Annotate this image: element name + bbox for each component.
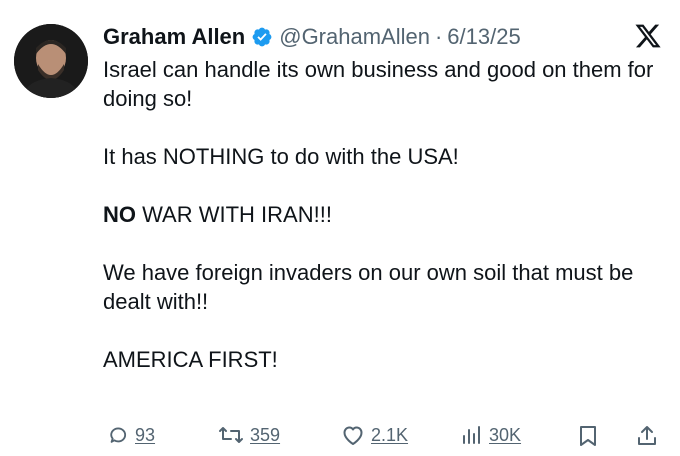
tweet-header: Graham Allen @GrahamAllen · 6/13/25 (103, 20, 521, 54)
avatar-image (14, 24, 88, 98)
author-name[interactable]: Graham Allen (103, 20, 245, 54)
repost-button[interactable]: 359 (218, 424, 280, 446)
tweet-paragraph: It has NOTHING to do with the USA! (103, 144, 459, 169)
share-button[interactable] (636, 424, 658, 448)
reply-button[interactable]: 93 (107, 424, 155, 446)
repost-icon (219, 427, 243, 443)
views-chart-icon (463, 426, 480, 444)
tweet-card: Graham Allen @GrahamAllen · 6/13/25 Isra… (0, 0, 680, 456)
tweet-paragraph: AMERICA FIRST! (103, 347, 278, 372)
paragraph-rest: WAR WITH IRAN!!! (136, 202, 332, 227)
heart-icon (343, 426, 363, 445)
reply-icon (110, 427, 127, 443)
like-button[interactable]: 2.1K (341, 424, 408, 446)
like-count: 2.1K (371, 424, 409, 445)
verified-badge-icon (251, 26, 273, 48)
tweet-paragraph: NO WAR WITH IRAN!!! (103, 200, 663, 229)
tweet-paragraph: We have foreign invaders on our own soil… (103, 260, 634, 314)
bookmark-icon (580, 426, 596, 446)
author-handle[interactable]: @GrahamAllen (279, 20, 430, 54)
tweet-paragraph: Israel can handle its own business and g… (103, 57, 654, 111)
views-button[interactable]: 30K (461, 424, 521, 446)
tweet-text: Israel can handle its own business and g… (103, 55, 663, 374)
share-icon (638, 426, 656, 445)
repost-count: 359 (250, 424, 281, 445)
avatar[interactable] (14, 24, 88, 98)
x-logo-icon[interactable] (634, 22, 662, 50)
bold-word: NO (103, 202, 136, 227)
bookmark-button[interactable] (578, 424, 598, 448)
tweet-date[interactable]: 6/13/25 (447, 20, 520, 54)
views-count: 30K (489, 424, 522, 445)
action-bar: 93 359 2.1K 30K (0, 420, 680, 456)
reply-count: 93 (135, 424, 156, 445)
separator-dot: · (434, 24, 443, 49)
